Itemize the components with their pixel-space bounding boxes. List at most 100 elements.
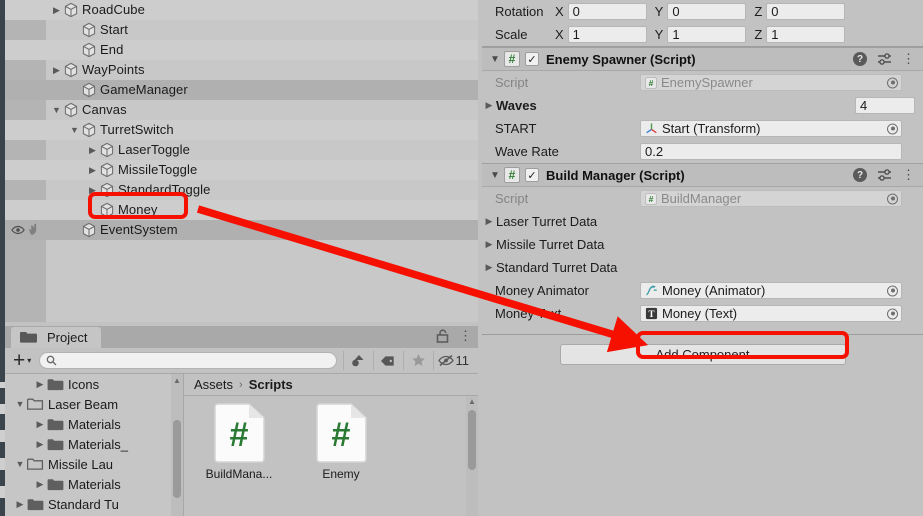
chevron-right-icon[interactable]: ▶ (13, 499, 27, 510)
chevron-right-icon[interactable]: ▶ (482, 216, 496, 227)
hierarchy-item[interactable]: ▼ Canvas (5, 100, 478, 120)
component-header[interactable]: ▼ # ✓ Enemy Spawner (Script)? ⋮ (482, 47, 923, 71)
hierarchy-item[interactable]: ▶ RoadCube (5, 0, 478, 20)
kebab-menu-icon[interactable]: ⋮ (902, 52, 915, 65)
hierarchy-item[interactable]: ▶ GameManager (5, 80, 478, 100)
breadcrumb-root[interactable]: Assets (194, 377, 233, 392)
chevron-down-icon[interactable]: ▼ (50, 100, 63, 120)
object-reference-field[interactable]: T Money (Text) (640, 305, 902, 322)
project-tree-item[interactable]: ▶ Materials (5, 474, 183, 494)
filter-by-type-button[interactable] (342, 351, 373, 370)
hidden-assets-button[interactable]: 11 (432, 351, 475, 370)
project-tree-item[interactable]: ▼ Laser Beam (5, 394, 183, 414)
axis-label: X (555, 4, 564, 19)
chevron-down-icon[interactable]: ▼ (488, 170, 502, 181)
hierarchy-item[interactable]: ▶ End (5, 40, 478, 60)
kebab-menu-icon[interactable]: ⋮ (459, 329, 472, 342)
tree-spacer: ▶ (68, 40, 81, 60)
hierarchy-item[interactable]: ▶ StandardToggle (5, 180, 478, 200)
search-input[interactable] (39, 352, 337, 369)
chevron-down-icon[interactable]: ▼ (488, 54, 502, 65)
object-picker-icon[interactable] (887, 308, 898, 319)
component-enabled-checkbox[interactable]: ✓ (525, 52, 539, 66)
hand-pointer-icon[interactable] (28, 223, 42, 237)
axis-value-input[interactable]: 0 (766, 3, 846, 20)
hierarchy-item[interactable]: ▶ MissileToggle (5, 160, 478, 180)
object-reference-field[interactable]: # EnemySpawner (640, 74, 902, 91)
folder-icon (20, 332, 37, 343)
chevron-right-icon[interactable]: ▶ (50, 60, 63, 80)
hierarchy-item[interactable]: ▶ Start (5, 20, 478, 40)
chevron-down-icon[interactable]: ▼ (13, 459, 27, 469)
hierarchy-item[interactable]: ▼ TurretSwitch (5, 120, 478, 140)
object-reference-field[interactable]: Money (Animator) (640, 282, 902, 299)
preset-sliders-icon[interactable] (877, 168, 892, 182)
scroll-up-arrow-icon[interactable]: ▲ (468, 397, 476, 406)
chevron-right-icon[interactable]: ▶ (482, 262, 496, 273)
component-enabled-checkbox[interactable]: ✓ (525, 168, 539, 182)
object-reference-field[interactable]: Start (Transform) (640, 120, 902, 137)
project-tree-item[interactable]: ▶ Materials_ (5, 434, 183, 454)
preset-sliders-icon[interactable] (877, 52, 892, 66)
number-input[interactable]: 0.2 (640, 143, 902, 160)
help-icon[interactable]: ? (853, 52, 867, 66)
project-tree-item[interactable]: ▶ Standard Tu (5, 494, 183, 514)
axis-field[interactable]: Z1 (754, 26, 846, 43)
project-tree-scrollbar[interactable]: ▲ (171, 374, 183, 516)
kebab-menu-icon[interactable]: ⋮ (902, 168, 915, 181)
object-reference-field[interactable]: # BuildManager (640, 190, 902, 207)
chevron-right-icon[interactable]: ▶ (482, 239, 496, 250)
axis-value-input[interactable]: 1 (667, 26, 747, 43)
eye-icon[interactable] (11, 223, 25, 237)
project-content-scrollbar[interactable]: ▲ (466, 396, 478, 516)
axis-field[interactable]: X0 (555, 3, 647, 20)
hierarchy-item[interactable]: ▶ Money (5, 200, 478, 220)
project-tree-item[interactable]: ▶ Materials (5, 414, 183, 434)
breadcrumb-current[interactable]: Scripts (249, 377, 293, 392)
axis-value-input[interactable]: 0 (667, 3, 747, 20)
hierarchy-item-label: LaserToggle (118, 142, 190, 157)
axis-field[interactable]: Y1 (655, 26, 747, 43)
filter-by-label-button[interactable] (372, 351, 403, 370)
tab-project[interactable]: Project (11, 327, 102, 348)
array-size-input[interactable]: 4 (855, 97, 915, 114)
chevron-down-icon[interactable]: ▼ (68, 120, 81, 140)
axis-field[interactable]: Z0 (754, 3, 846, 20)
component-header[interactable]: ▼ # ✓ Build Manager (Script)? ⋮ (482, 163, 923, 187)
axis-value-input[interactable]: 0 (567, 3, 647, 20)
chevron-down-icon[interactable]: ▼ (13, 399, 27, 409)
axis-field[interactable]: Y0 (655, 3, 747, 20)
axis-value-input[interactable]: 1 (567, 26, 647, 43)
object-picker-icon[interactable] (887, 77, 898, 88)
transform-row: Rotation X 0 Y 0 Z 0 (482, 0, 923, 23)
add-component-button[interactable]: Add Component (559, 344, 846, 365)
gameobject-cube-icon (100, 202, 114, 218)
hierarchy-item[interactable]: ▶ EventSystem (5, 220, 478, 240)
filter-by-type-icon (352, 355, 364, 367)
object-picker-icon[interactable] (887, 285, 898, 296)
chevron-right-icon[interactable]: ▶ (482, 100, 496, 111)
project-folder-tree: ▶ Icons ▼ Laser Beam ▶ Materials ▶ Materials_ ▼ M… (5, 374, 183, 516)
asset-item[interactable]: # BuildMana... (206, 402, 272, 481)
object-picker-icon[interactable] (887, 193, 898, 204)
create-asset-button[interactable]: + ▾ (9, 350, 37, 371)
chevron-right-icon[interactable]: ▶ (86, 160, 99, 180)
project-tree-item[interactable]: ▼ Missile Lau (5, 454, 183, 474)
chevron-right-icon[interactable]: ▶ (50, 0, 63, 20)
asset-item[interactable]: # Enemy (310, 402, 372, 481)
axis-field[interactable]: X1 (555, 26, 647, 43)
scrollbar-thumb[interactable] (468, 410, 476, 470)
lock-open-icon[interactable] (436, 329, 449, 343)
favorites-button[interactable] (402, 351, 433, 370)
scrollbar-thumb[interactable] (173, 420, 181, 498)
chevron-right-icon[interactable]: ▶ (86, 180, 99, 200)
transform-row-label: Rotation (495, 4, 544, 19)
project-tree-item[interactable]: ▶ Icons (5, 374, 183, 394)
axis-value-input[interactable]: 1 (766, 26, 846, 43)
help-icon[interactable]: ? (853, 168, 867, 182)
hierarchy-item[interactable]: ▶ LaserToggle (5, 140, 478, 160)
hierarchy-item[interactable]: ▶ WayPoints (5, 60, 478, 80)
scroll-up-arrow-icon[interactable]: ▲ (173, 376, 181, 385)
object-picker-icon[interactable] (887, 123, 898, 134)
chevron-right-icon[interactable]: ▶ (86, 140, 99, 160)
